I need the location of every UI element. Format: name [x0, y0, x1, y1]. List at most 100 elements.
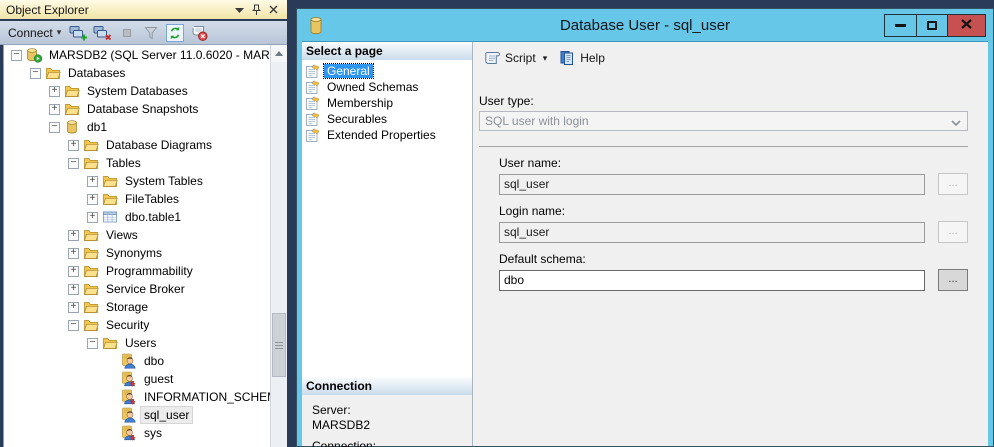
- user-name-field[interactable]: sql_user: [499, 174, 925, 195]
- collapse-icon[interactable]: −: [49, 122, 60, 133]
- window-position-icon[interactable]: [231, 2, 248, 17]
- tree-item-synonyms[interactable]: + Synonyms: [5, 244, 270, 262]
- scrollbar-thumb[interactable]: [272, 313, 286, 377]
- help-button[interactable]: Help: [555, 48, 608, 68]
- folder-icon: [102, 191, 118, 207]
- dialog-toolbar: Script ▾ Help: [473, 42, 988, 74]
- tree-item-guest[interactable]: guest: [5, 370, 270, 388]
- tree-item-label: MARSDB2 (SQL Server 11.0.6020 - MARSD: [46, 47, 270, 63]
- page-item-extended-properties[interactable]: Extended Properties: [302, 127, 472, 143]
- tree-item-filetables[interactable]: +FileTables: [5, 190, 270, 208]
- expand-icon[interactable]: +: [87, 176, 98, 187]
- tree-item-marsdb2-sql-server-11-0-6020-marsd[interactable]: − MARSDB2 (SQL Server 11.0.6020 - MARSD: [5, 46, 270, 64]
- pin-icon[interactable]: [248, 2, 265, 17]
- tree-item-system-databases[interactable]: + System Databases: [5, 82, 270, 100]
- page-item-securables[interactable]: Securables: [302, 111, 472, 127]
- tree-item-information-schema[interactable]: INFORMATION_SCHEMA: [5, 388, 270, 406]
- expand-icon[interactable]: +: [68, 284, 79, 295]
- tree-item-security[interactable]: −Security: [5, 316, 270, 334]
- page-item-label: Securables: [324, 112, 390, 126]
- tree-scrollbar[interactable]: [270, 45, 287, 447]
- tree-item-dbo-table1[interactable]: +dbo.table1: [5, 208, 270, 226]
- user-name-browse-button[interactable]: ...: [938, 173, 968, 195]
- tree-item-databases[interactable]: − Databases: [5, 64, 270, 82]
- login-name-label: Login name:: [499, 204, 968, 218]
- script-dropdown-icon[interactable]: ▾: [543, 53, 548, 64]
- expand-icon[interactable]: +: [68, 266, 79, 277]
- expand-icon[interactable]: +: [68, 230, 79, 241]
- expand-icon[interactable]: +: [68, 248, 79, 259]
- tree-item-database-snapshots[interactable]: + Database Snapshots: [5, 100, 270, 118]
- tree-item-label: Database Snapshots: [84, 101, 201, 117]
- disconnect-script-icon[interactable]: [189, 24, 208, 42]
- script-button[interactable]: Script: [480, 48, 539, 68]
- tree-item-db1[interactable]: −db1: [5, 118, 270, 136]
- close-button[interactable]: [947, 15, 985, 36]
- login-name-field[interactable]: sql_user: [499, 222, 925, 243]
- expand-icon[interactable]: +: [49, 86, 60, 97]
- connect-server-icon[interactable]: [69, 24, 88, 42]
- folder-icon: [102, 335, 118, 351]
- tree-item-label: Views: [103, 227, 141, 243]
- page-item-membership[interactable]: Membership: [302, 95, 472, 111]
- tree-item-sys[interactable]: sys: [5, 424, 270, 442]
- maximize-button[interactable]: [916, 15, 947, 36]
- default-schema-field[interactable]: dbo: [499, 270, 925, 291]
- tree-item-tables[interactable]: − Tables: [5, 154, 270, 172]
- tree-item-service-broker[interactable]: +Service Broker: [5, 280, 270, 298]
- tree-item-label: guest: [141, 371, 176, 387]
- expand-icon[interactable]: +: [68, 302, 79, 313]
- tree-item-database-diagrams[interactable]: +Database Diagrams: [5, 136, 270, 154]
- tree-item-dbo[interactable]: dbo: [5, 352, 270, 370]
- tree-item-views[interactable]: + Views: [5, 226, 270, 244]
- login-name-browse-button[interactable]: ...: [938, 221, 968, 243]
- close-icon: [961, 16, 972, 34]
- tree-item-programmability[interactable]: +Programmability: [5, 262, 270, 280]
- dialog-titlebar[interactable]: Database User - sql_user: [302, 9, 988, 41]
- tree-item-users[interactable]: −Users: [5, 334, 270, 352]
- page-icon: [305, 96, 321, 111]
- general-page-form: User type: SQL user with login User name…: [473, 74, 988, 300]
- connect-button[interactable]: Connect ▾: [5, 25, 64, 41]
- user-disabled-icon: [121, 425, 137, 441]
- object-explorer-title: Object Explorer: [6, 3, 231, 17]
- scroll-up-icon[interactable]: [271, 45, 287, 62]
- expand-icon[interactable]: +: [49, 104, 60, 115]
- page-item-general[interactable]: General: [302, 63, 472, 79]
- tree-item-storage[interactable]: +Storage: [5, 298, 270, 316]
- user-type-label: User type:: [479, 94, 968, 108]
- tree-item-label: dbo: [141, 353, 167, 369]
- expand-icon[interactable]: +: [87, 212, 98, 223]
- page-item-label: Extended Properties: [324, 128, 439, 142]
- disconnect-server-icon[interactable]: [93, 24, 112, 42]
- collapse-icon[interactable]: −: [68, 320, 79, 331]
- tree-item-label: Synonyms: [103, 245, 165, 261]
- collapse-icon[interactable]: −: [68, 158, 79, 169]
- page-icon: [305, 80, 321, 95]
- filter-icon[interactable]: [141, 24, 160, 42]
- user-type-value: SQL user with login: [485, 114, 589, 128]
- server-value: MARSDB2: [312, 418, 472, 433]
- refresh-icon[interactable]: [165, 24, 184, 42]
- page-item-owned-schemas[interactable]: Owned Schemas: [302, 79, 472, 95]
- expand-icon[interactable]: +: [87, 194, 98, 205]
- collapse-icon[interactable]: −: [30, 68, 41, 79]
- user-type-combobox[interactable]: SQL user with login: [479, 111, 968, 131]
- tree-item-label: Tables: [103, 155, 144, 171]
- stop-icon[interactable]: [117, 24, 136, 42]
- default-schema-browse-button[interactable]: ...: [938, 269, 968, 291]
- tree-item-label: System Databases: [84, 83, 191, 99]
- dialog-content: Select a page GeneralOwned SchemasMember…: [302, 41, 988, 446]
- minimize-button[interactable]: [885, 15, 916, 36]
- folder-icon: [83, 281, 99, 297]
- tree-item-system-tables[interactable]: + System Tables: [5, 172, 270, 190]
- tree-item-label: Databases: [65, 65, 128, 81]
- collapse-icon[interactable]: −: [87, 338, 98, 349]
- expand-icon[interactable]: +: [68, 140, 79, 151]
- tree-item-label: System Tables: [122, 173, 206, 189]
- tree-item-sql-user[interactable]: sql_user: [5, 406, 270, 424]
- database-icon: [64, 119, 80, 135]
- collapse-icon[interactable]: −: [11, 50, 22, 61]
- close-icon[interactable]: [265, 2, 282, 17]
- page-icon: [305, 64, 321, 79]
